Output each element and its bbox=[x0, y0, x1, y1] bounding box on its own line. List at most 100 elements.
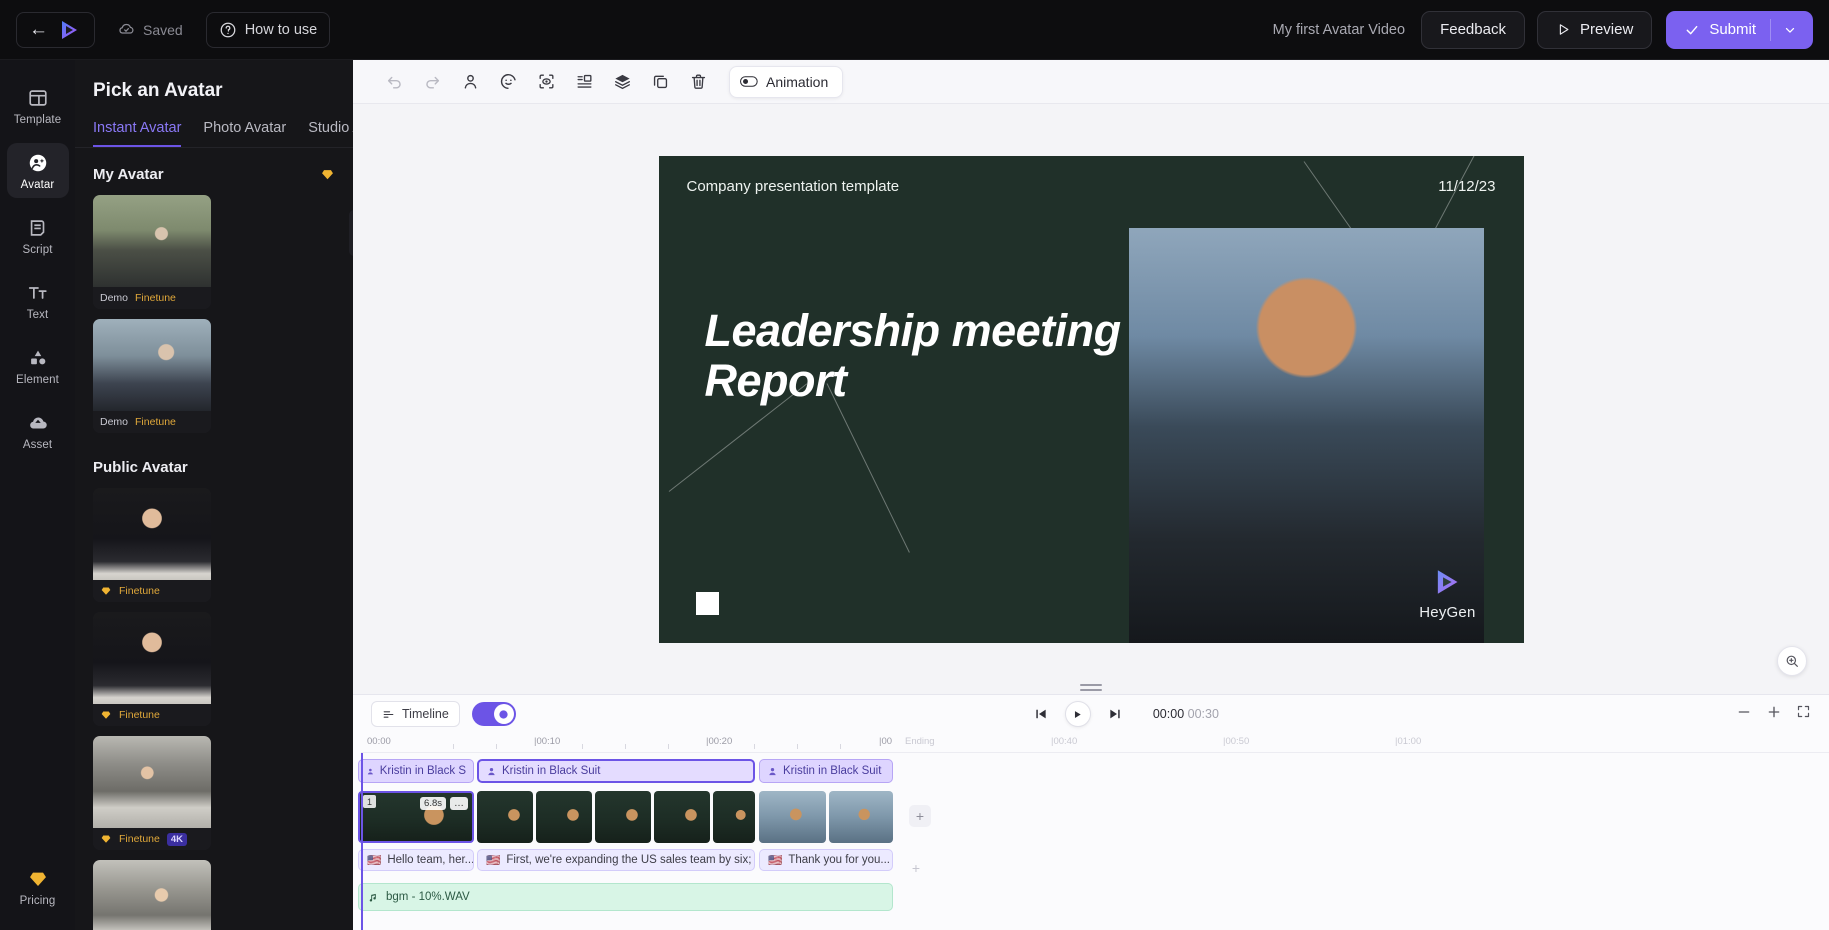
scene-thumbnail[interactable] bbox=[829, 791, 893, 843]
sidebar-item-template[interactable]: Template bbox=[7, 78, 69, 133]
scene-thumbnail[interactable] bbox=[713, 791, 755, 843]
scene-thumbnail[interactable] bbox=[759, 791, 826, 843]
tab-photo-avatar[interactable]: Photo Avatar bbox=[203, 120, 286, 147]
stage-column: Animation Company presentation template … bbox=[353, 60, 1829, 930]
sidebar-item-text[interactable]: Text bbox=[7, 273, 69, 328]
avatar-card[interactable]: Finetune 4K bbox=[93, 736, 211, 850]
fit-screen-button[interactable] bbox=[1796, 704, 1811, 724]
tab-studio-avatar[interactable]: Studio A bbox=[308, 120, 353, 147]
skip-back-icon bbox=[1033, 706, 1049, 722]
avatar-card[interactable]: Demo Finetune bbox=[93, 319, 211, 433]
sidebar-item-avatar-label: Avatar bbox=[21, 179, 55, 191]
timeline-avatar-clip[interactable]: Kristin in Black S bbox=[358, 759, 474, 783]
ruler-minor-tick bbox=[840, 744, 841, 749]
timeline-ruler[interactable]: 00:00 |00:10 |00:20 |00 Ending |00:40 |0… bbox=[361, 733, 1829, 753]
public-avatar-heading-row: Public Avatar bbox=[75, 459, 353, 476]
panel-collapse-button[interactable] bbox=[349, 210, 353, 256]
scene-thumbnail-selected[interactable]: 1 6.8s … bbox=[358, 791, 474, 843]
timeline-mode-chip[interactable]: Timeline bbox=[371, 701, 460, 727]
sidebar-item-pricing[interactable]: Pricing bbox=[7, 859, 69, 914]
rail-bottom-group: Pricing bbox=[0, 859, 75, 914]
question-circle-icon bbox=[219, 21, 237, 39]
canvas-square-element[interactable] bbox=[696, 592, 719, 615]
avatar-card[interactable]: Finetune bbox=[93, 488, 211, 602]
duplicate-button[interactable] bbox=[643, 65, 677, 99]
caption-clip[interactable]: 🇺🇸 Thank you for you... bbox=[759, 849, 893, 871]
play-button[interactable] bbox=[1065, 701, 1091, 727]
how-to-use-label: How to use bbox=[245, 22, 318, 38]
skip-back-button[interactable] bbox=[1033, 706, 1049, 722]
playhead[interactable] bbox=[361, 753, 363, 930]
redo-button[interactable] bbox=[415, 65, 449, 99]
gem-icon bbox=[100, 833, 112, 845]
zoom-fit-button[interactable] bbox=[1777, 646, 1807, 676]
avatar-card[interactable]: Demo Finetune bbox=[93, 195, 211, 309]
avatar-icon bbox=[27, 152, 49, 174]
caption-clip[interactable]: 🇺🇸 First, we're expanding the US sales t… bbox=[477, 849, 755, 871]
submit-dropdown-button[interactable] bbox=[1771, 23, 1809, 37]
caption-clip[interactable]: 🇺🇸 Hello team, her... bbox=[358, 849, 474, 871]
focus-tool-button[interactable] bbox=[529, 65, 563, 99]
stage-resize-handle[interactable] bbox=[1080, 682, 1102, 692]
avatar-card[interactable]: Finetune bbox=[93, 860, 211, 930]
sidebar-item-script[interactable]: Script bbox=[7, 208, 69, 263]
zoom-out-button[interactable] bbox=[1736, 704, 1752, 725]
my-avatar-heading: My Avatar bbox=[93, 166, 164, 183]
scene-strip bbox=[759, 791, 893, 843]
scene-more-button[interactable]: … bbox=[450, 797, 468, 810]
undo-button[interactable] bbox=[377, 65, 411, 99]
check-icon bbox=[1684, 22, 1700, 38]
layers-tool-button[interactable] bbox=[605, 65, 639, 99]
total-time: 00:30 bbox=[1188, 707, 1219, 721]
sidebar-item-element[interactable]: Element bbox=[7, 338, 69, 393]
tab-instant-avatar[interactable]: Instant Avatar bbox=[93, 120, 181, 147]
align-tool-button[interactable] bbox=[567, 65, 601, 99]
animation-label: Animation bbox=[766, 74, 828, 90]
ruler-tick: |00:50 bbox=[1223, 736, 1249, 747]
canvas-title[interactable]: Leadership meeting Report bbox=[705, 306, 1135, 407]
add-scene-button[interactable]: + bbox=[909, 805, 931, 827]
how-to-use-button[interactable]: How to use bbox=[206, 12, 331, 48]
zoom-in-button[interactable] bbox=[1766, 704, 1782, 725]
audio-clip[interactable]: bgm - 10%.WAV bbox=[358, 883, 893, 911]
topbar-left-group: ← Saved bbox=[16, 12, 330, 48]
scene-strip: 1 6.8s … bbox=[358, 791, 474, 843]
text-icon bbox=[27, 282, 49, 304]
skip-forward-button[interactable] bbox=[1107, 706, 1123, 722]
expression-tool-button[interactable] bbox=[491, 65, 525, 99]
back-and-logo-button[interactable]: ← bbox=[16, 12, 95, 48]
minus-icon bbox=[1736, 704, 1752, 720]
scene-thumbnail[interactable] bbox=[654, 791, 710, 843]
ruler-ending-label: Ending bbox=[905, 736, 935, 747]
feedback-button[interactable]: Feedback bbox=[1421, 11, 1525, 49]
timeline-zoom-controls bbox=[1736, 704, 1811, 725]
scene-thumbnail[interactable] bbox=[536, 791, 592, 843]
avatar-chip-icon bbox=[767, 766, 778, 777]
scene-thumbnail[interactable] bbox=[595, 791, 651, 843]
avatar-toggle-icon bbox=[498, 709, 509, 720]
timeline-avatar-clip-selected[interactable]: Kristin in Black Suit bbox=[477, 759, 755, 783]
gem-icon bbox=[100, 709, 112, 721]
avatar-chip-icon bbox=[366, 766, 375, 777]
time-display: 00:00 00:30 bbox=[1153, 707, 1219, 721]
caption-text: Hello team, her... bbox=[387, 854, 474, 866]
avatar-view-toggle[interactable] bbox=[472, 702, 516, 726]
preview-button[interactable]: Preview bbox=[1537, 11, 1652, 49]
skip-forward-icon bbox=[1107, 706, 1123, 722]
ruler-minor-tick bbox=[496, 744, 497, 749]
scene-thumbnail[interactable] bbox=[477, 791, 533, 843]
timeline-avatar-clip[interactable]: Kristin in Black Suit bbox=[759, 759, 893, 783]
sidebar-item-avatar[interactable]: Avatar bbox=[7, 143, 69, 198]
submit-button[interactable]: Submit bbox=[1666, 11, 1813, 49]
public-avatar-grid: Finetune Finetune Finetune 4K bbox=[75, 476, 353, 930]
ruler-tick: |00:20 bbox=[706, 736, 732, 747]
caption-track: 🇺🇸 Thank you for you... bbox=[759, 849, 893, 873]
avatar-tool-button[interactable] bbox=[453, 65, 487, 99]
avatar-card-meta: Finetune 4K bbox=[93, 828, 211, 850]
delete-button[interactable] bbox=[681, 65, 715, 99]
add-track-button[interactable]: + bbox=[905, 857, 927, 879]
video-canvas[interactable]: Company presentation template 11/12/23 L… bbox=[659, 156, 1524, 643]
animation-button[interactable]: Animation bbox=[729, 66, 843, 98]
avatar-card[interactable]: Finetune bbox=[93, 612, 211, 726]
sidebar-item-asset[interactable]: Asset bbox=[7, 403, 69, 458]
